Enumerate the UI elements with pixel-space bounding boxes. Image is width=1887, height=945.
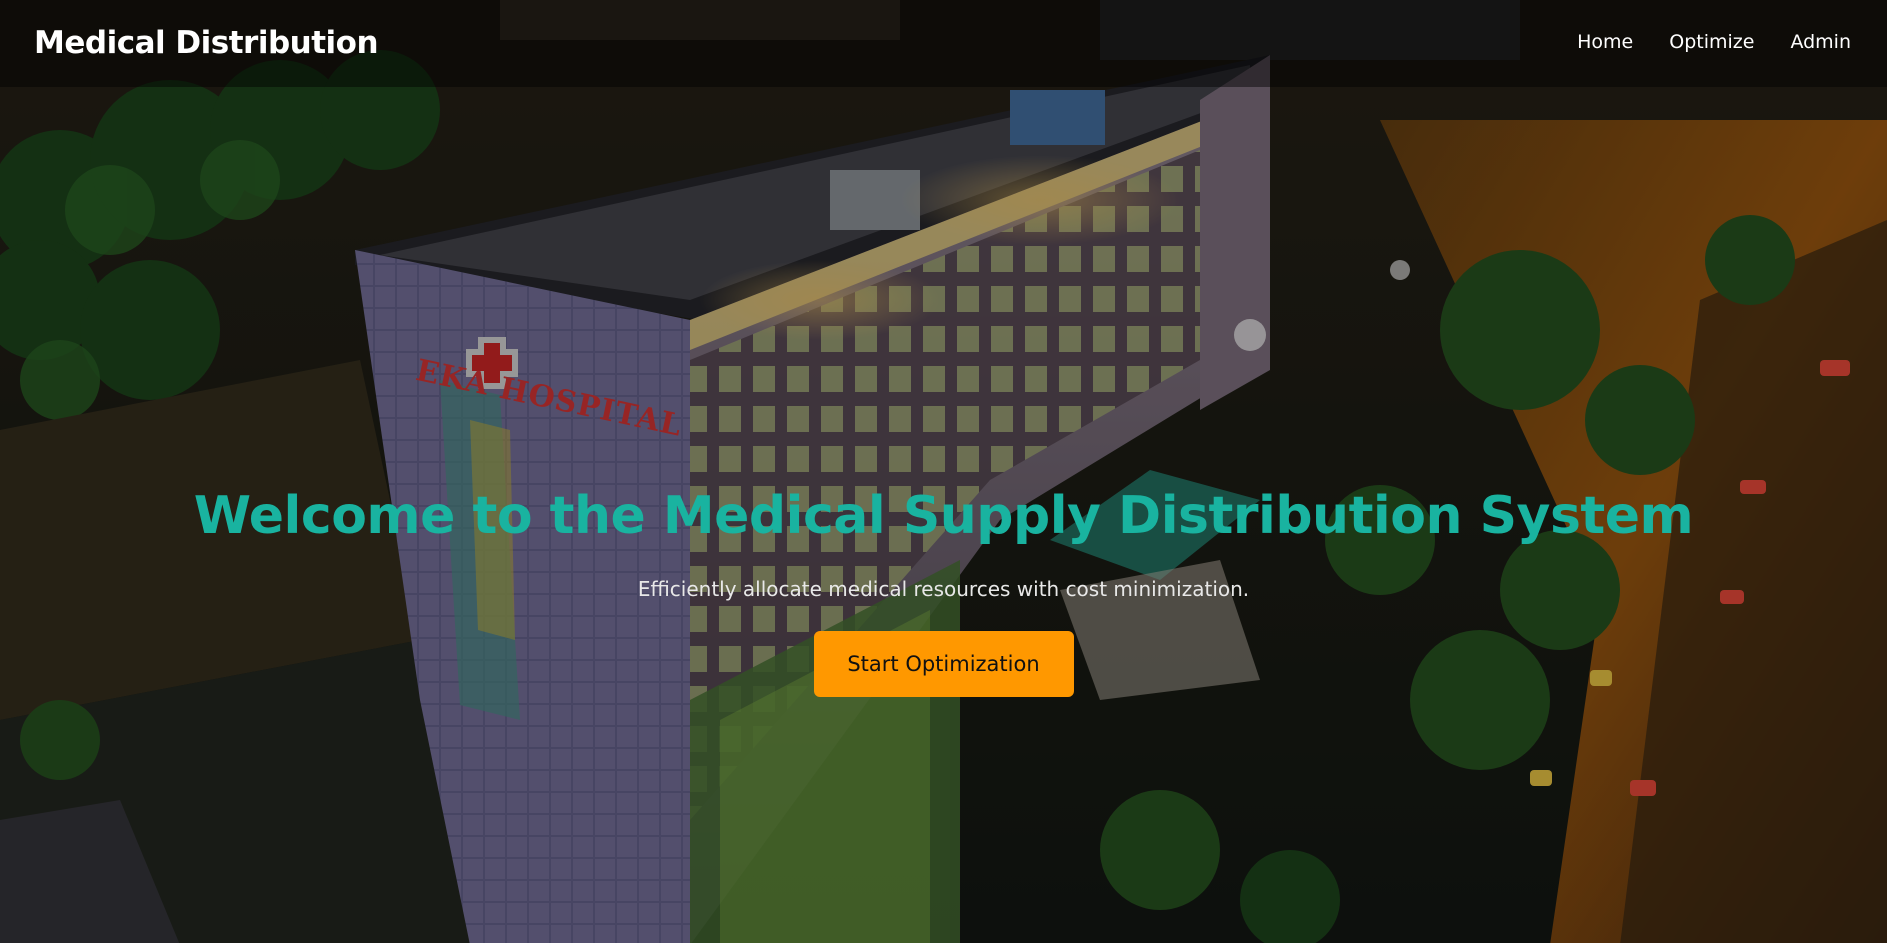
nav-link-optimize[interactable]: Optimize xyxy=(1669,28,1754,56)
hero-title: Welcome to the Medical Supply Distributi… xyxy=(193,486,1694,546)
hero-content: Welcome to the Medical Supply Distributi… xyxy=(0,480,1887,697)
brand-logo-text[interactable]: Medical Distribution xyxy=(34,22,379,64)
hero-background-image: EKA HOSPITAL xyxy=(0,0,1887,945)
nav-link-home[interactable]: Home xyxy=(1577,28,1633,56)
hero-section: EKA HOSPITAL Medical Distribution Home O… xyxy=(0,0,1887,945)
start-optimization-button[interactable]: Start Optimization xyxy=(813,631,1074,697)
nav-link-admin[interactable]: Admin xyxy=(1790,28,1851,56)
hero-subtitle: Efficiently allocate medical resources w… xyxy=(637,577,1250,601)
nav-links: Home Optimize Admin xyxy=(1577,28,1851,56)
top-navbar: Medical Distribution Home Optimize Admin xyxy=(0,0,1887,87)
